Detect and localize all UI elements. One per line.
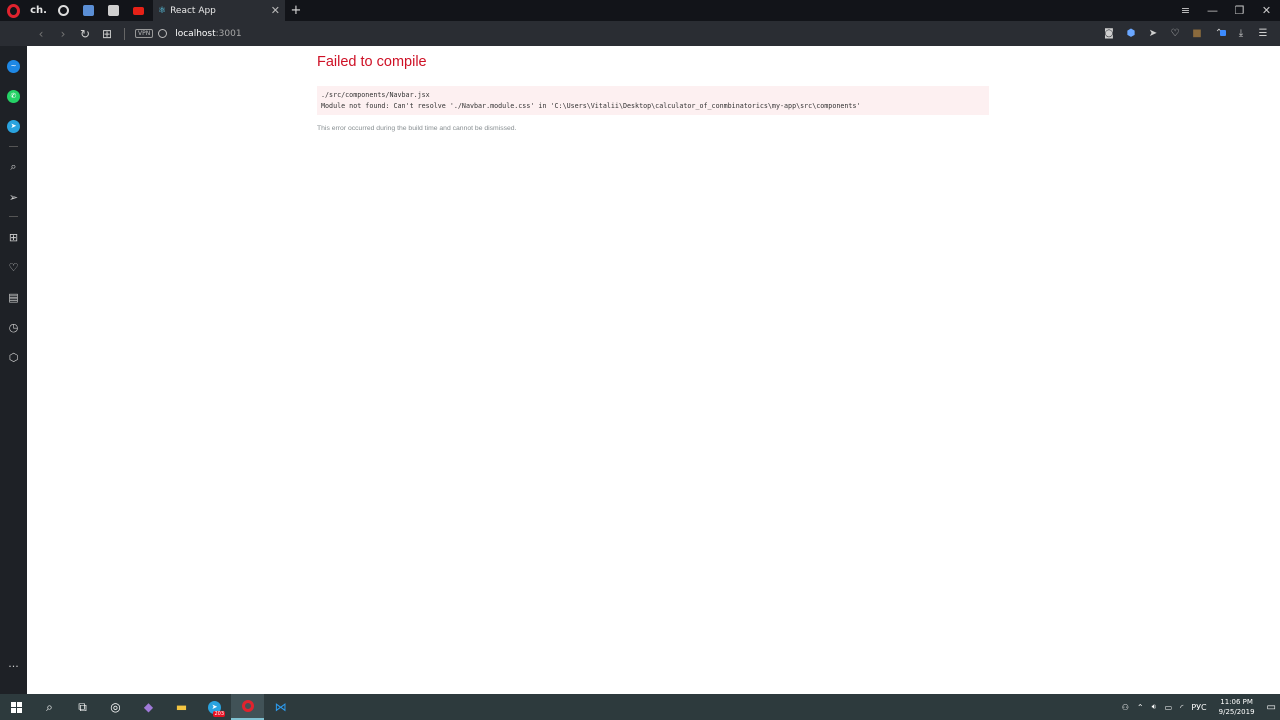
restore-icon[interactable]: ❐ [1226,4,1253,17]
task-view-icon[interactable]: ⧉ [66,694,99,720]
pinned-tab-label: ch. [30,5,47,16]
url-field[interactable]: localhost:3001 [175,29,241,39]
new-tab-button[interactable]: + [285,0,307,21]
sidebar-divider [9,146,18,147]
error-note: This error occurred during the build tim… [317,125,517,132]
tab-menu-icon[interactable]: ≡ [1172,4,1199,17]
forward-icon[interactable]: › [52,27,74,41]
download-icon[interactable]: ⤓ [1230,28,1252,39]
book-icon [108,5,119,16]
more-icon[interactable]: ··· [0,656,27,676]
vpn-badge[interactable]: VPN [135,29,154,38]
extension-dot [1220,30,1226,36]
globe-icon [158,29,168,38]
volume-icon[interactable]: 🔉︎ [1148,702,1161,712]
notifications-icon[interactable]: ▭ [1263,702,1280,713]
tab-strip: ch. ⚛ React App ✕ + ≡ — ❐ ✕ [0,0,1280,21]
pinned-tab-ch[interactable]: ch. [26,0,51,21]
camera-icon[interactable]: ◙ [1098,28,1120,39]
clock-date: 9/25/2019 [1218,708,1255,716]
easy-setup-icon[interactable]: ☰ [1252,28,1274,39]
tabs-grid-icon[interactable]: ⊞ [96,27,118,41]
error-details: ./src/components/Navbar.jsx Module not fo… [317,86,989,115]
error-file: ./src/components/Navbar.jsx [321,91,430,99]
opera-icon [241,700,254,712]
web-page: Failed to compile ./src/components/Navba… [27,46,1280,694]
sidebar: ~ ✆ ➤ ⌕ ➢ ⊞ ♡ ▤ ◷ ⬡ ··· [0,46,27,694]
opera-menu-button[interactable] [0,0,26,21]
window-controls: ≡ — ❐ ✕ [1172,0,1280,21]
error-title: Failed to compile [317,54,427,70]
screen: ch. ⚛ React App ✕ + ≡ — ❐ ✕ ‹ › ↻ ⊞ VPN … [0,0,1280,720]
sidebar-divider [9,216,18,217]
clock-time: 11:06 PM [1220,698,1253,706]
close-window-icon[interactable]: ✕ [1253,4,1280,17]
windows-logo-icon [11,701,22,713]
taskbar: ⌕ ⧉ ◎ ◆ ▬ ➤ 203 ⋈ ⚇ ⌃ 🔉︎ ▭ ◜ РУС 11:06 PM… [0,694,1280,720]
app-icon [58,5,69,16]
tab-close-icon[interactable]: ✕ [271,4,280,17]
messenger-icon[interactable]: ~ [0,56,27,76]
system-tray: ⚇ ⌃ 🔉︎ ▭ ◜ РУС 11:06 PM 9/25/2019 ▭ [1118,694,1280,720]
visual-studio-icon[interactable]: ◆ [132,694,165,720]
address-bar: ‹ › ↻ ⊞ VPN localhost:3001 ◙ ⬢ ➤ ♡ ■ ⌃ ⤓… [0,21,1280,46]
shield-icon[interactable]: ⬢ [1120,28,1142,39]
search-icon[interactable]: ⌕ [33,694,66,720]
bookmarks-heart-icon[interactable]: ♡ [0,257,27,277]
back-icon[interactable]: ‹ [30,27,52,41]
telegram-icon[interactable]: ➤ [0,116,27,136]
minimize-icon[interactable]: — [1199,4,1226,17]
speed-dial-icon[interactable]: ⊞ [0,227,27,247]
reload-icon[interactable]: ↻ [74,27,96,41]
opera-taskbar-icon[interactable] [231,694,264,720]
pinned-tab-2[interactable] [51,0,76,21]
battery-icon[interactable]: ▭ [1161,703,1177,712]
file-explorer-icon[interactable]: ▬ [165,694,198,720]
language-indicator[interactable]: РУС [1187,703,1210,712]
vscode-icon[interactable]: ⋈ [264,694,297,720]
wifi-icon[interactable]: ◜ [1176,703,1187,712]
telegram-badge: 203 [213,711,225,717]
news-icon[interactable]: ▤ [0,287,27,307]
extension-cube-icon[interactable]: ■ [1186,28,1208,39]
url-host: localhost [175,28,216,39]
whatsapp-icon[interactable]: ✆ [0,86,27,106]
error-message: Module not found: Can't resolve './Navba… [321,102,861,110]
opera-logo-icon [6,3,20,18]
extension-icon[interactable]: ⌃ [1208,28,1230,39]
youtube-icon [133,6,144,15]
flow-send-icon[interactable]: ➢ [0,187,27,207]
react-icon: ⚛ [158,5,167,16]
app-icon [83,5,94,16]
chrome-like-icon[interactable]: ◎ [99,694,132,720]
divider [124,27,125,40]
search-icon[interactable]: ⌕ [0,157,27,177]
send-icon[interactable]: ➤ [1142,28,1164,39]
clock[interactable]: 11:06 PM 9/25/2019 [1211,697,1263,717]
history-icon[interactable]: ◷ [0,317,27,337]
telegram-taskbar-icon[interactable]: ➤ 203 [198,694,231,720]
tray-chevron-icon[interactable]: ⌃ [1133,703,1148,712]
pinned-tab-youtube[interactable] [126,0,151,21]
pinned-tab-4[interactable] [101,0,126,21]
start-button[interactable] [0,694,33,720]
people-icon[interactable]: ⚇ [1118,703,1133,712]
pinned-tab-3[interactable] [76,0,101,21]
tab-react-app[interactable]: ⚛ React App ✕ [153,0,285,21]
heart-icon[interactable]: ♡ [1164,28,1186,39]
address-bar-actions: ◙ ⬢ ➤ ♡ ■ ⌃ ⤓ ☰ [1098,28,1280,39]
extensions-cube-icon[interactable]: ⬡ [0,347,27,367]
url-port: :3001 [215,28,242,39]
tab-title: React App [170,5,216,16]
